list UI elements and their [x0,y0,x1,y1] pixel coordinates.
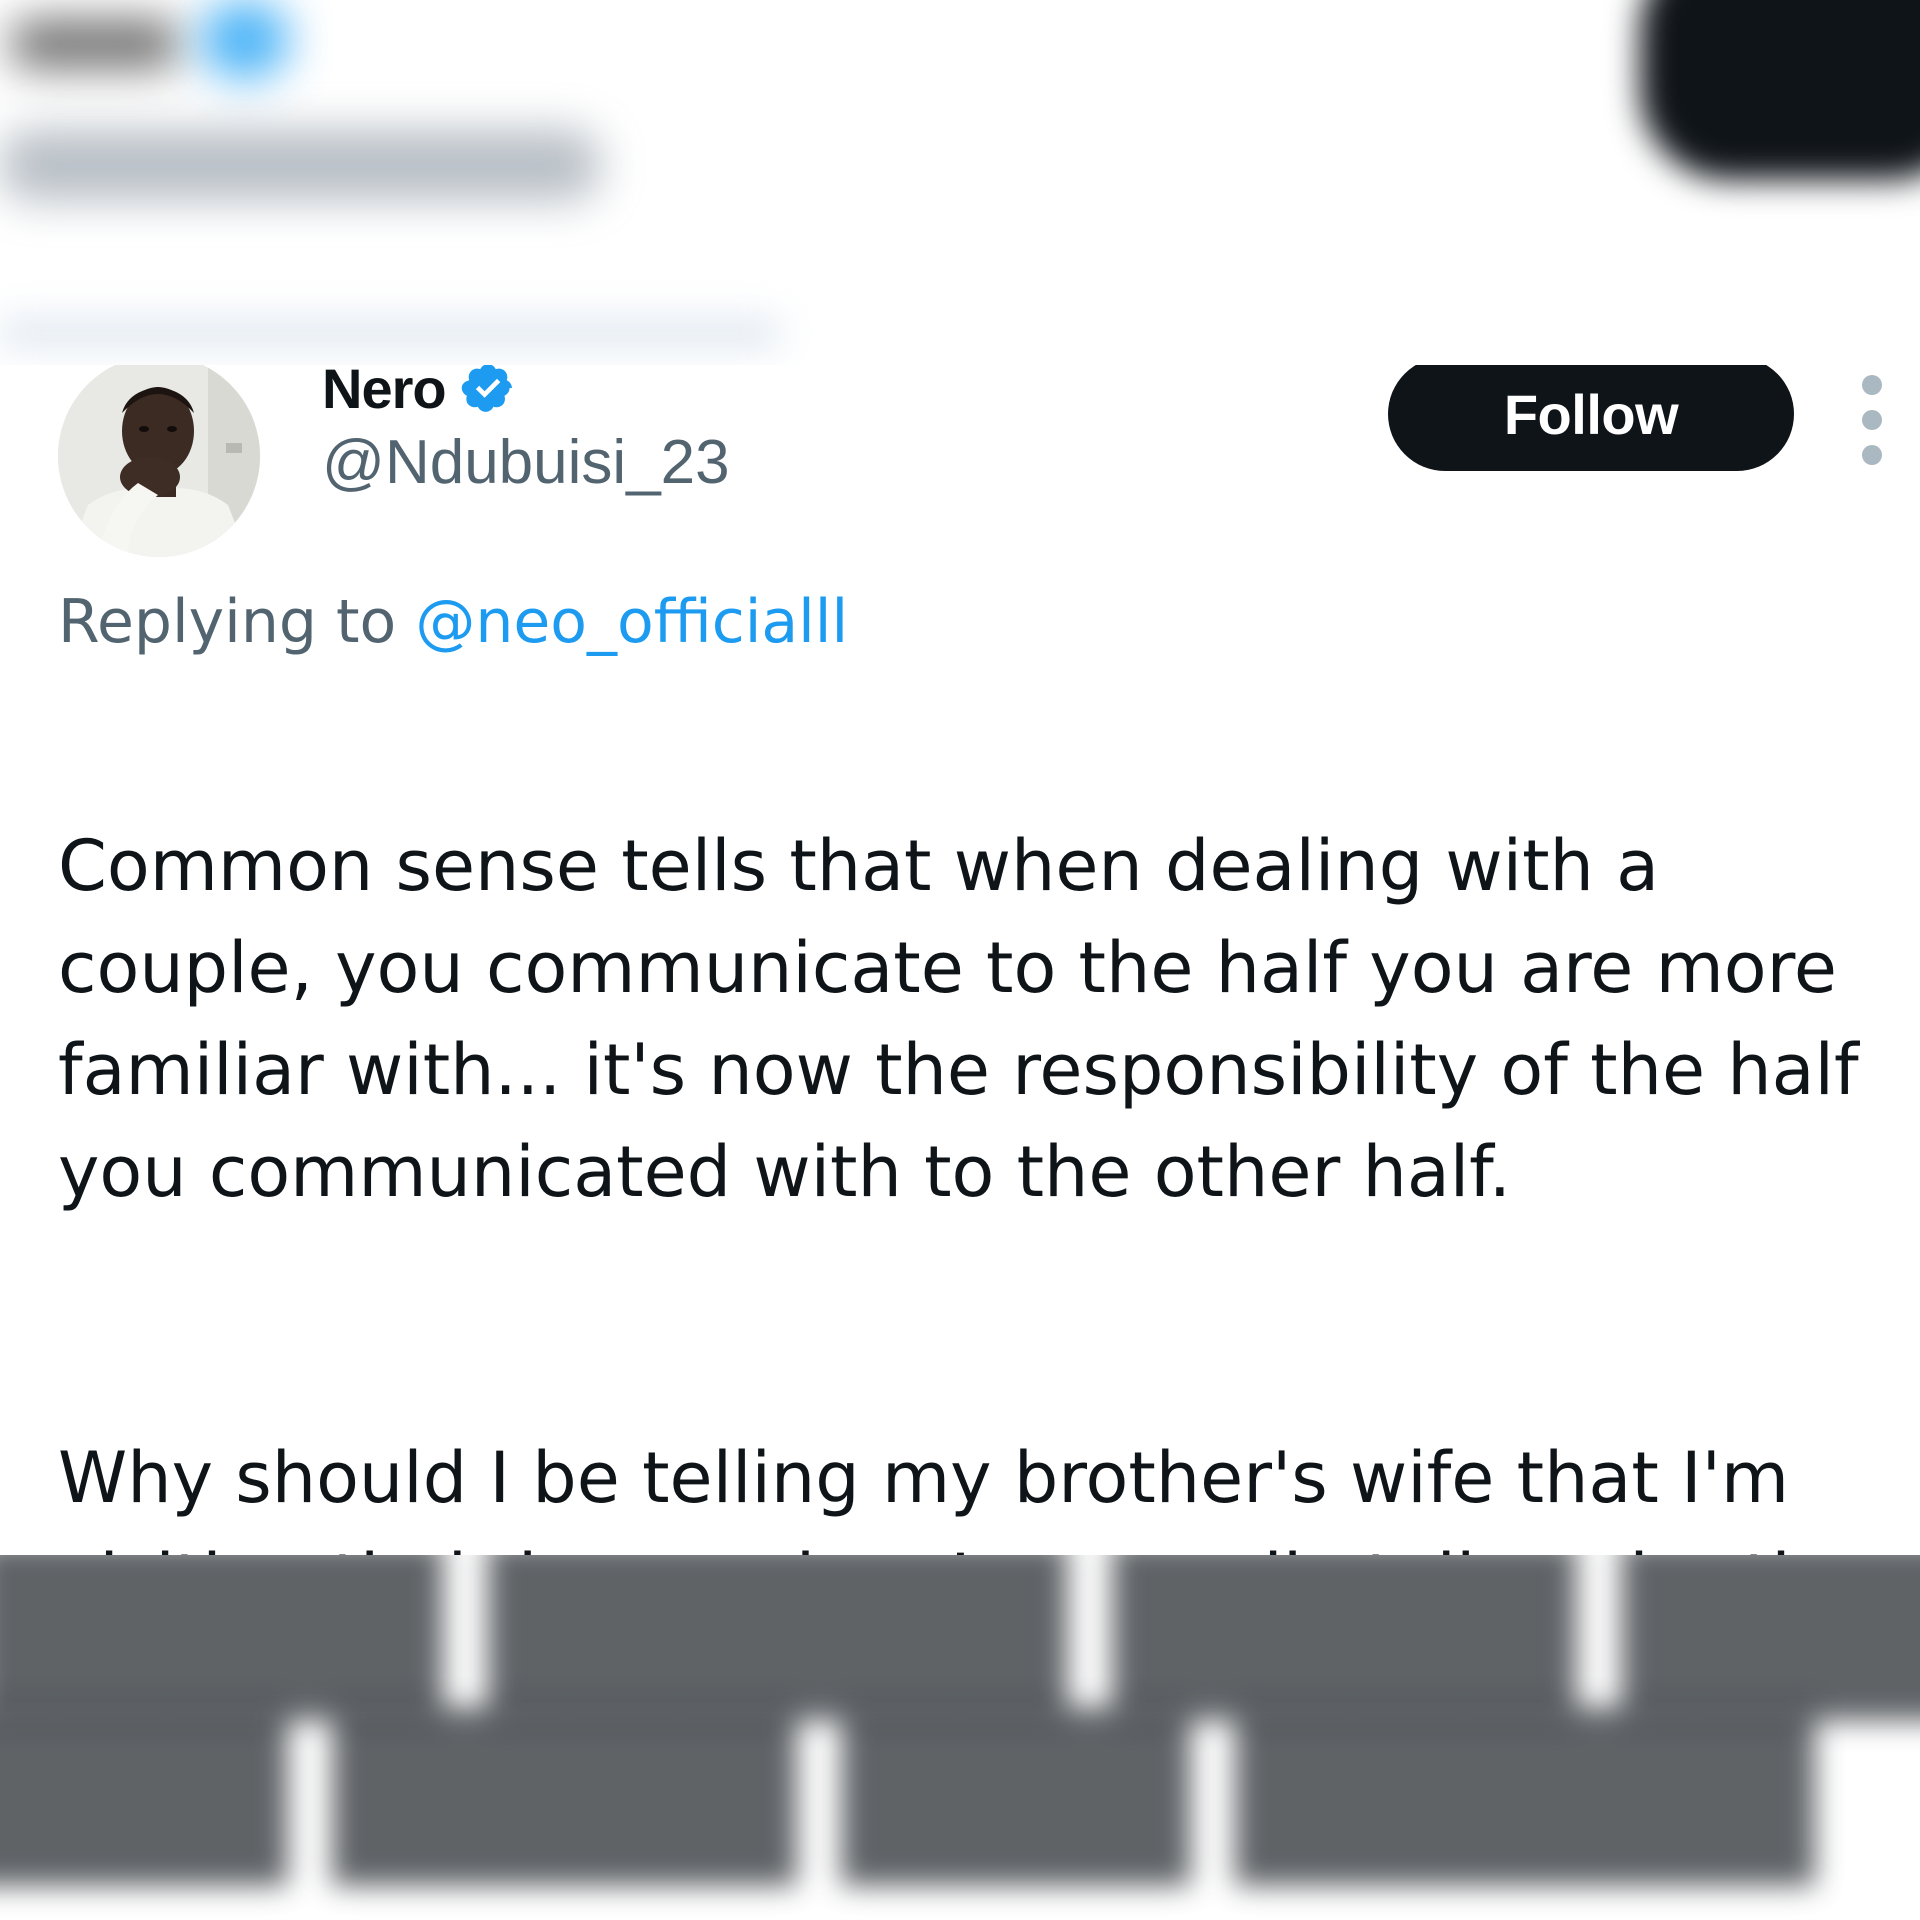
blurred-handle [0,130,600,200]
more-options-icon[interactable] [1852,375,1892,465]
tweet-card: Nero @Ndubuisi_23 Follow Replying to @ne… [0,365,1920,1555]
replying-to-label: Replying to [58,587,397,657]
avatar-photo [58,365,260,557]
tweet-paragraph: Why should I be telling my brother's wif… [58,1437,1888,1555]
more-dot [1862,445,1882,465]
blurred-previous-tweet [0,0,1920,365]
verified-badge-icon [460,365,516,416]
display-name[interactable]: Nero [322,365,447,421]
replying-to-line: Replying to @neo_officialll [58,587,848,657]
blurred-name [10,20,180,68]
blurred-badge [200,0,290,80]
screenshot-canvas: Nero @Ndubuisi_23 Follow Replying to @ne… [0,0,1920,1920]
user-handle[interactable]: @Ndubuisi_23 [322,427,730,498]
blurred-button [1640,0,1920,180]
blurred-text-line: ███ ████ ███ █████ [0,1710,1814,1884]
more-dot [1862,410,1882,430]
follow-button[interactable]: Follow [1388,365,1794,471]
blurred-text-line: ████ █████ ████ ███ ███████ ███ [0,1555,1920,1719]
blurred-zoomed-text: ████ █████ ████ ███ ███████ ███ ███ ████… [0,1555,1920,1920]
avatar[interactable] [58,365,260,557]
blurred-strip [0,318,780,348]
reply-mention-link[interactable]: @neo_officialll [415,587,848,657]
tweet-text: Common sense tells that when dealing wit… [58,713,1918,1555]
display-name-row[interactable]: Nero [322,365,516,423]
more-dot [1862,375,1882,395]
tweet-paragraph: Common sense tells that when dealing wit… [58,825,1859,1213]
